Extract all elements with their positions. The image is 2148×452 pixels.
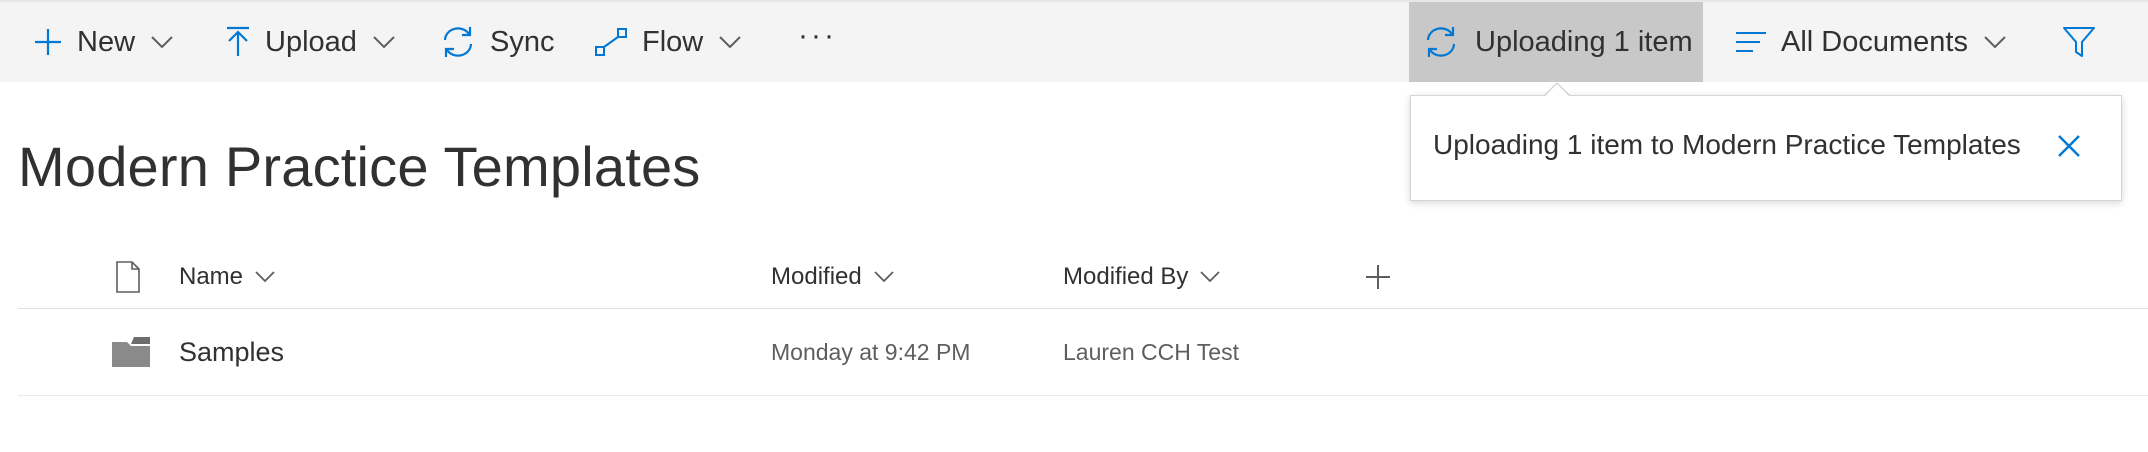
chevron-down-icon: [719, 36, 741, 49]
item-modified: Monday at 9:42 PM: [771, 338, 971, 365]
callout-beak: [1545, 84, 1569, 96]
new-label: New: [77, 25, 136, 58]
view-switcher[interactable]: All Documents: [1735, 2, 2006, 82]
modified-column-header[interactable]: Modified: [771, 246, 894, 308]
chevron-down-icon: [373, 36, 395, 49]
file-type-column-header[interactable]: [115, 246, 141, 308]
upload-button[interactable]: Upload: [225, 2, 395, 82]
name-column-header[interactable]: Name: [179, 246, 275, 308]
plus-icon: [35, 29, 61, 55]
new-button[interactable]: New: [33, 2, 173, 82]
uploading-label: Uploading 1 item: [1475, 25, 1693, 58]
document-icon: [116, 261, 140, 293]
close-icon[interactable]: [2055, 132, 2083, 160]
flow-label: Flow: [642, 25, 704, 58]
flow-icon: [595, 28, 627, 56]
more-button[interactable]: ···: [798, 0, 837, 76]
flow-button[interactable]: Flow: [594, 2, 741, 82]
sync-button[interactable]: Sync: [440, 2, 554, 82]
item-name: Samples: [179, 336, 285, 367]
chevron-down-icon: [874, 271, 894, 283]
filter-icon: [2063, 27, 2095, 57]
view-label: All Documents: [1781, 25, 1968, 58]
upload-label: Upload: [265, 25, 357, 58]
callout-message: Uploading 1 item to Modern Practice Temp…: [1433, 129, 2021, 160]
chevron-down-icon: [1984, 36, 2006, 49]
view-list-icon: [1736, 32, 1766, 52]
name-column-label: Name: [179, 263, 244, 290]
sync-icon: [443, 27, 473, 57]
add-column-button[interactable]: [1364, 246, 1392, 308]
chevron-down-icon: [255, 271, 275, 283]
sync-icon: [1426, 27, 1456, 57]
chevron-down-icon: [1200, 271, 1221, 283]
upload-icon: [227, 26, 249, 56]
upload-progress-callout: Uploading 1 item to Modern Practice Temp…: [1410, 95, 2122, 201]
uploading-status-button[interactable]: Uploading 1 item: [1409, 2, 1703, 82]
command-bar: New Upload Sync Flow ··· Uploading 1 ite…: [0, 0, 2148, 82]
chevron-down-icon: [151, 36, 173, 49]
folder-icon: [112, 309, 150, 395]
item-modified-by[interactable]: Lauren CCH Test: [1063, 309, 1239, 395]
plus-icon: [1366, 265, 1390, 289]
modified-by-column-header[interactable]: Modified By: [1063, 246, 1221, 308]
filter-button[interactable]: [2062, 2, 2096, 82]
item-name-link[interactable]: Samples: [179, 309, 284, 395]
modified-by-column-label: Modified By: [1063, 263, 1189, 290]
list-header: Name Modified Modified By: [18, 246, 2148, 309]
sync-label: Sync: [490, 25, 555, 58]
page-title: Modern Practice Templates: [18, 135, 701, 198]
ellipsis-icon: ···: [798, 19, 837, 52]
table-row[interactable]: Samples Monday at 9:42 PM Lauren CCH Tes…: [18, 309, 2148, 396]
modified-column-label: Modified: [771, 263, 862, 290]
